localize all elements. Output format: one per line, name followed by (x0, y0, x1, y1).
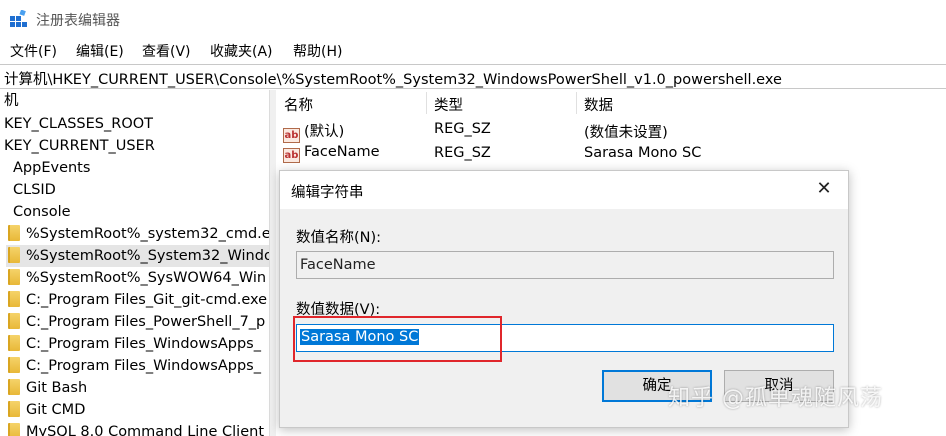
tree-item-hkcu[interactable]: KEY_CURRENT_USER (4, 135, 155, 157)
list-row-default[interactable]: ab (默认) (283, 120, 344, 143)
folder-icon (8, 423, 20, 436)
menu-help[interactable]: 帮助(H) (293, 40, 342, 62)
tree-item-console-child[interactable]: C:_Program Files_WindowsApps_ (8, 333, 270, 355)
tree-item-label: C:_Program Files_WindowsApps_ (26, 358, 261, 374)
column-divider[interactable] (426, 92, 427, 114)
tree-item-console-child[interactable]: C:_Program Files_Git_git-cmd.exe (8, 289, 270, 311)
tree-item-console-child[interactable]: Git CMD (8, 399, 270, 421)
registry-editor-icon (10, 10, 27, 27)
tree-item-label: %SystemRoot%_system32_cmd.e (26, 226, 271, 242)
tree-item-console-child[interactable]: MySQL 8.0 Command Line Client (8, 421, 270, 436)
tree-item-label: C:_Program Files_Git_git-cmd.exe (26, 292, 268, 308)
tree-item-label: %SystemRoot%_System32_Windo (26, 248, 272, 264)
tree-item-label: Git CMD (26, 402, 86, 418)
tree-item-console-child[interactable]: Git Bash (8, 377, 270, 399)
tree-item-label: MySQL 8.0 Command Line Client (26, 424, 265, 436)
value-name: (默认) (304, 124, 345, 140)
folder-icon (8, 335, 20, 351)
close-icon[interactable]: ✕ (814, 179, 834, 199)
tree-item-console-child[interactable]: %SystemRoot%_SysWOW64_Win (8, 267, 270, 289)
string-value-icon: ab (283, 148, 300, 163)
menu-favorites[interactable]: 收藏夹(A) (210, 40, 273, 62)
folder-icon (8, 247, 20, 263)
menu-view[interactable]: 查看(V) (142, 40, 191, 62)
value-name: FaceName (304, 144, 380, 160)
tree-item-appevents[interactable]: AppEvents (13, 157, 90, 179)
folder-icon (8, 379, 20, 395)
column-header-data[interactable]: 数据 (584, 94, 613, 115)
dialog-title: 编辑字符串 (291, 185, 364, 201)
tree-root-computer[interactable]: 机 (4, 90, 19, 112)
tree-item-label: C:_Program Files_PowerShell_7_p (26, 314, 266, 330)
menu-bar: 文件(F) 编辑(E) 查看(V) 收藏夹(A) 帮助(H) (0, 40, 946, 62)
folder-icon (8, 269, 20, 285)
title-bar: 注册表编辑器 (0, 0, 946, 38)
column-divider[interactable] (576, 92, 577, 114)
key-tree: 机 KEY_CLASSES_ROOT KEY_CURRENT_USER AppE… (0, 90, 272, 436)
string-value-icon: ab (283, 128, 300, 143)
tree-item-console-child[interactable]: %SystemRoot%_system32_cmd.e (8, 223, 271, 245)
folder-icon (8, 291, 20, 307)
address-bar[interactable]: 计算机\HKEY_CURRENT_USER\Console\%SystemRoo… (0, 64, 946, 89)
value-type: REG_SZ (434, 145, 491, 161)
tree-splitter[interactable] (269, 90, 276, 436)
column-header-name[interactable]: 名称 (284, 94, 313, 115)
tree-item-label: Git Bash (26, 380, 88, 396)
folder-icon (8, 225, 20, 241)
value-data: Sarasa Mono SC (584, 145, 702, 161)
tree-item-console-child[interactable]: C:_Program Files_PowerShell_7_p (8, 311, 270, 333)
address-path[interactable]: 计算机\HKEY_CURRENT_USER\Console\%SystemRoo… (4, 68, 782, 89)
folder-icon (8, 357, 20, 373)
menu-edit[interactable]: 编辑(E) (76, 40, 124, 62)
dialog-title-bar[interactable]: 编辑字符串 ✕ (280, 171, 848, 209)
value-name-label: 数值名称(N): (296, 230, 382, 246)
tree-item-console[interactable]: Console (13, 201, 71, 223)
tree-item-hkcr[interactable]: KEY_CLASSES_ROOT (4, 113, 153, 135)
folder-icon (8, 401, 20, 417)
tree-item-console-child-selected[interactable]: %SystemRoot%_System32_Windo (6, 245, 272, 267)
menu-file[interactable]: 文件(F) (10, 40, 57, 62)
list-row-facename[interactable]: ab FaceName (283, 144, 380, 163)
tree-item-label: C:_Program Files_WindowsApps_ (26, 336, 261, 352)
value-name-field[interactable] (296, 251, 834, 279)
value-type: REG_SZ (434, 121, 491, 137)
window-title: 注册表编辑器 (36, 13, 120, 29)
tree-item-console-child[interactable]: C:_Program Files_WindowsApps_ (8, 355, 270, 377)
tree-item-clsid[interactable]: CLSID (13, 179, 56, 201)
value-data: (数值未设置) (584, 125, 668, 141)
folder-icon (8, 313, 20, 329)
highlight-annotation (293, 316, 502, 362)
column-header-type[interactable]: 类型 (434, 94, 463, 115)
watermark: 知乎 @孤单魂随风荡 (668, 386, 883, 411)
tree-item-label: %SystemRoot%_SysWOW64_Win (26, 270, 267, 286)
